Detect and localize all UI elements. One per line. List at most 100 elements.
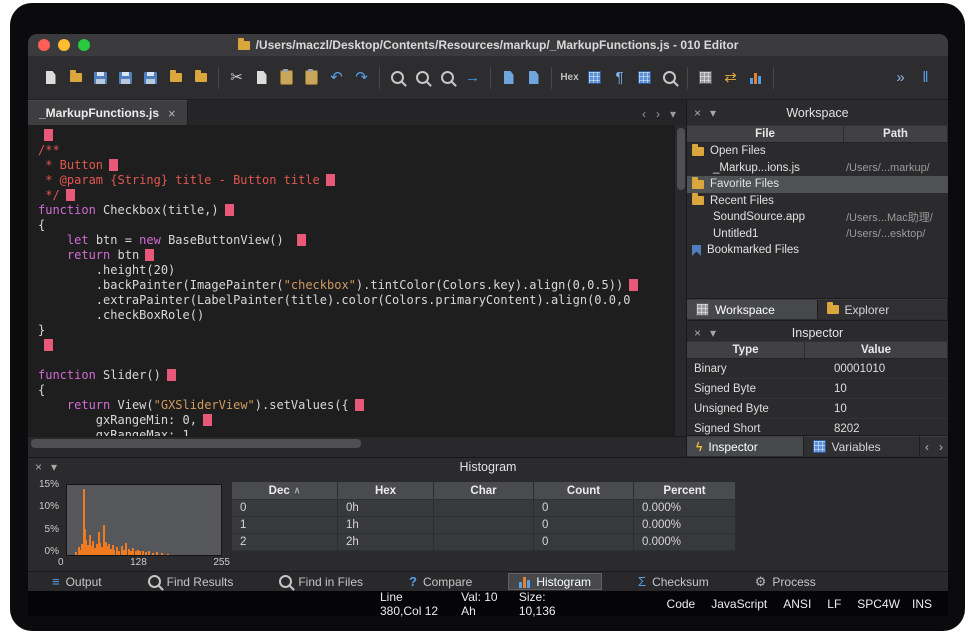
replace-icon[interactable] [410, 65, 435, 91]
output-icon: ≡ [52, 575, 60, 588]
column-header-type[interactable]: Type [687, 342, 805, 358]
bars-icon [519, 576, 530, 588]
recent-files-icon[interactable] [188, 65, 213, 91]
undo-icon[interactable]: ↶ [324, 65, 349, 91]
histogram-table-row[interactable]: 11h00.000% [232, 517, 736, 534]
calculator-icon[interactable] [693, 65, 718, 91]
prev-tab-icon[interactable]: ‹ [642, 107, 646, 121]
new-file-icon[interactable] [38, 65, 63, 91]
next-panel-icon[interactable]: › [934, 436, 948, 456]
next-tab-icon[interactable]: › [656, 107, 660, 121]
cut-icon[interactable]: ✂ [224, 65, 249, 91]
panel-tab-variables[interactable]: Variables [804, 436, 921, 456]
tab-list-icon[interactable]: ▾ [670, 107, 676, 121]
bottom-tab-histogram[interactable]: Histogram [508, 573, 602, 590]
save-all-icon[interactable] [113, 65, 138, 91]
compare-icon: ? [409, 575, 417, 588]
goto-icon[interactable]: → [460, 65, 485, 91]
highlight-icon[interactable] [657, 65, 682, 91]
titlebar[interactable]: /Users/maczl/Desktop/Contents/Resources/… [28, 34, 948, 56]
bottom-tab-process[interactable]: ⚙Process [745, 573, 826, 590]
workspace-row[interactable]: Untitled1/Users/...esktop/ [687, 226, 948, 243]
template-results-icon[interactable] [521, 65, 546, 91]
histogram-table-cell: 0 [534, 500, 634, 517]
show-whitespace-icon[interactable]: ¶ [607, 65, 632, 91]
inspector-menu-icon[interactable]: ▾ [710, 326, 716, 340]
panel-tab-inspector[interactable]: ϟInspector [687, 436, 804, 456]
status-language[interactable]: JavaScript [711, 597, 767, 611]
paste-special-icon[interactable] [299, 65, 324, 91]
mag-icon [148, 575, 161, 588]
open-file-icon[interactable] [63, 65, 88, 91]
status-linebreaks[interactable]: LF [827, 597, 841, 611]
histogram-col-header[interactable]: Char [434, 482, 534, 500]
save-icon[interactable] [88, 65, 113, 91]
status-tab-mode[interactable]: SPC4 [857, 597, 888, 611]
bottom-tab-find-in-files[interactable]: Find in Files [269, 573, 373, 590]
workspace-row[interactable]: Favorite Files [687, 176, 948, 193]
inspector-row[interactable]: Binary00001010 [687, 359, 948, 379]
horizontal-scroll-thumb[interactable] [31, 439, 361, 448]
histogram-col-header[interactable]: Hex [338, 482, 434, 500]
editor-horizontal-scrollbar[interactable] [28, 436, 686, 450]
histogram-col-header[interactable]: Count [534, 482, 634, 500]
find-icon[interactable] [385, 65, 410, 91]
bottom-tab-checksum[interactable]: ΣChecksum [628, 573, 719, 590]
prev-panel-icon[interactable]: ‹ [920, 436, 934, 456]
bottom-tab-find-results[interactable]: Find Results [138, 573, 244, 590]
modified-marker [326, 174, 335, 186]
bottom-tab-compare[interactable]: ?Compare [399, 573, 482, 590]
right-sidebar: × ▾ Workspace File Path Open Files_Marku… [686, 100, 948, 457]
status-insert-mode[interactable]: INS [912, 597, 932, 611]
column-header-file[interactable]: File [687, 126, 844, 142]
converter-icon[interactable]: ⇄ [718, 65, 743, 91]
find-next-icon[interactable] [435, 65, 460, 91]
status-charset[interactable]: ANSI [783, 597, 811, 611]
tab-close-icon[interactable]: × [168, 106, 176, 121]
histogram-close-icon[interactable]: × [35, 460, 42, 474]
workspace-menu-icon[interactable]: ▾ [710, 106, 716, 120]
panel-tab-workspace[interactable]: Workspace [687, 299, 818, 319]
redo-icon[interactable]: ↷ [349, 65, 374, 91]
workspace-close-icon[interactable]: × [694, 106, 701, 120]
inspector-close-icon[interactable]: × [694, 326, 701, 340]
paste-icon[interactable] [274, 65, 299, 91]
column-mode-icon[interactable] [632, 65, 657, 91]
hex-mode-label[interactable]: Hex [557, 65, 582, 91]
run-template-icon[interactable] [496, 65, 521, 91]
sort-asc-icon: ∧ [294, 485, 301, 496]
code-editor[interactable]: /** * Button * @param {String} title - B… [28, 125, 674, 436]
vertical-scroll-thumb[interactable] [677, 128, 685, 190]
column-header-value[interactable]: Value [805, 342, 948, 358]
modified-marker [44, 129, 53, 141]
copy-icon[interactable] [249, 65, 274, 91]
workspace-row[interactable]: Bookmarked Files [687, 242, 948, 259]
workspace-row[interactable]: Open Files [687, 143, 948, 160]
histogram-tool-icon[interactable] [743, 65, 768, 91]
inspector-row[interactable]: Signed Byte10 [687, 379, 948, 399]
open-folder-icon[interactable] [163, 65, 188, 91]
save-as-icon[interactable] [138, 65, 163, 91]
column-header-path[interactable]: Path [844, 126, 948, 142]
histogram-menu-icon[interactable]: ▾ [51, 460, 57, 474]
histogram-table-row[interactable]: 22h00.000% [232, 534, 736, 551]
pause-icon[interactable]: ‖ [913, 65, 938, 91]
bottom-tab-output[interactable]: ≡Output [42, 573, 112, 590]
histogram-col-header[interactable]: Percent [634, 482, 736, 500]
panel-tab-explorer[interactable]: Explorer [818, 299, 949, 319]
histogram-table-cell [434, 517, 534, 534]
histogram-table-row[interactable]: 00h00.000% [232, 500, 736, 517]
histogram-col-header[interactable]: Dec∧ [232, 482, 338, 500]
inspector-row[interactable]: Signed Short8202 [687, 419, 948, 435]
hex-view-icon[interactable] [582, 65, 607, 91]
status-write-mode[interactable]: W [889, 597, 900, 611]
code-line: .backPainter(ImagePainter("checkbox").ti… [38, 278, 674, 293]
more-tools-icon[interactable]: » [888, 65, 913, 91]
code-line: { [38, 383, 674, 398]
workspace-row[interactable]: Recent Files [687, 193, 948, 210]
status-position-group: Line 380,Col 12 Val: 10 Ah Size: 10,136 [380, 590, 571, 618]
workspace-row[interactable]: _Markup...ions.js/Users/...markup/ [687, 160, 948, 177]
tab-markupfunctions[interactable]: _MarkupFunctions.js × [28, 100, 188, 125]
workspace-row[interactable]: SoundSource.app/Users...Mac助理/ [687, 209, 948, 226]
inspector-row[interactable]: Unsigned Byte10 [687, 399, 948, 419]
